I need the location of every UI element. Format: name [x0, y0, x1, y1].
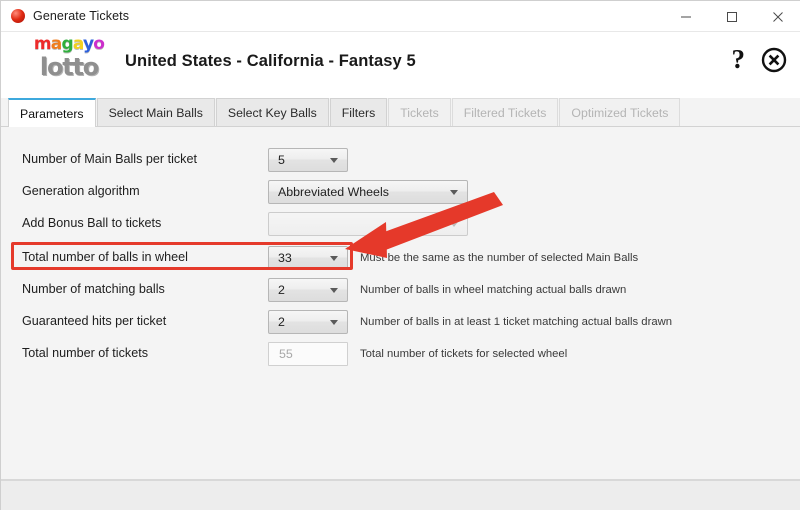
question-mark-icon[interactable]: ?	[732, 46, 746, 73]
logo-letter-m: m	[33, 34, 52, 54]
logo-letter-g: g	[61, 34, 73, 54]
tab-select-key-balls[interactable]: Select Key Balls	[215, 98, 329, 126]
logo-letter-a2: a	[72, 34, 84, 54]
chevron-down-icon	[330, 158, 338, 163]
tab-filters[interactable]: Filters	[329, 98, 388, 126]
label-total-balls-in-wheel: Total number of balls in wheel	[22, 250, 188, 264]
dropdown-generation-algorithm[interactable]: Abbreviated Wheels	[268, 180, 468, 204]
title-bar: Generate Tickets	[1, 1, 800, 32]
tab-parameters[interactable]: Parameters	[8, 98, 96, 127]
window-controls	[663, 1, 800, 32]
logo-lotto-text: lotto	[39, 53, 99, 81]
dropdown-total-balls-in-wheel-value: 33	[278, 251, 292, 265]
close-button[interactable]	[755, 1, 800, 32]
game-title: United States - California - Fantasy 5	[125, 52, 416, 70]
app-header: magayo lotto United States - California …	[1, 32, 800, 98]
textbox-total-tickets-value: 55	[279, 347, 293, 361]
row-main-balls-per-ticket: Number of Main Balls per ticket 5	[1, 145, 800, 177]
row-total-balls-in-wheel: Total number of balls in wheel 33 Must b…	[1, 243, 800, 275]
dropdown-guaranteed-hits[interactable]: 2	[268, 310, 348, 334]
magayo-lotto-logo: magayo lotto	[19, 36, 119, 81]
hint-matching-balls: Number of balls in wheel matching actual…	[360, 284, 627, 296]
tab-select-main-balls[interactable]: Select Main Balls	[96, 98, 215, 126]
label-total-tickets: Total number of tickets	[22, 346, 148, 360]
logo-letter-o: o	[93, 34, 105, 54]
logo-letter-a1: a	[50, 34, 62, 54]
row-matching-balls: Number of matching balls 2 Number of bal…	[1, 275, 800, 307]
dropdown-add-bonus-ball	[268, 212, 468, 236]
window-title: Generate Tickets	[33, 9, 130, 23]
row-total-tickets: Total number of tickets 55 Total number …	[1, 339, 800, 371]
dropdown-matching-balls[interactable]: 2	[268, 278, 348, 302]
header-actions: ?	[732, 46, 788, 73]
tab-tickets: Tickets	[388, 98, 451, 126]
status-bar	[1, 480, 800, 510]
hint-total-balls-in-wheel: Must be the same as the number of select…	[360, 252, 639, 264]
parameters-panel: Number of Main Balls per ticket 5 Genera…	[1, 127, 800, 510]
chevron-down-icon	[330, 320, 338, 325]
dropdown-main-balls-per-ticket-value: 5	[278, 153, 285, 167]
dropdown-matching-balls-value: 2	[278, 283, 285, 297]
chevron-down-icon	[330, 256, 338, 261]
tab-bar: Parameters Select Main Balls Select Key …	[1, 98, 800, 127]
hint-guaranteed-hits: Number of balls in at least 1 ticket mat…	[360, 316, 673, 328]
row-guaranteed-hits: Guaranteed hits per ticket 2 Number of b…	[1, 307, 800, 339]
label-generation-algorithm: Generation algorithm	[22, 184, 140, 198]
chevron-down-icon	[450, 222, 458, 227]
label-add-bonus-ball: Add Bonus Ball to tickets	[22, 216, 162, 230]
generate-tickets-window: Generate Tickets magayo lotto United Sta…	[0, 0, 800, 510]
tab-filtered-tickets: Filtered Tickets	[451, 98, 559, 126]
label-guaranteed-hits: Guaranteed hits per ticket	[22, 314, 167, 328]
dropdown-total-balls-in-wheel[interactable]: 33	[268, 246, 348, 270]
chevron-down-icon	[450, 190, 458, 195]
dropdown-guaranteed-hits-value: 2	[278, 315, 285, 329]
label-matching-balls: Number of matching balls	[22, 282, 165, 296]
minimize-button[interactable]	[663, 1, 709, 32]
dropdown-main-balls-per-ticket[interactable]: 5	[268, 148, 348, 172]
logo-magayo-text: magayo	[19, 36, 119, 53]
row-generation-algorithm: Generation algorithm Abbreviated Wheels	[1, 177, 800, 209]
textbox-total-tickets: 55	[268, 342, 348, 366]
maximize-button[interactable]	[709, 1, 755, 32]
chevron-down-icon	[330, 288, 338, 293]
circle-close-icon[interactable]	[761, 47, 787, 73]
dropdown-generation-algorithm-value: Abbreviated Wheels	[278, 185, 389, 199]
tab-optimized-tickets: Optimized Tickets	[559, 98, 681, 126]
label-main-balls-per-ticket: Number of Main Balls per ticket	[22, 152, 197, 166]
hint-total-tickets: Total number of tickets for selected whe…	[360, 348, 568, 360]
logo-letter-y: y	[82, 34, 94, 54]
row-add-bonus-ball: Add Bonus Ball to tickets	[1, 209, 800, 241]
red-ball-icon	[11, 9, 25, 23]
